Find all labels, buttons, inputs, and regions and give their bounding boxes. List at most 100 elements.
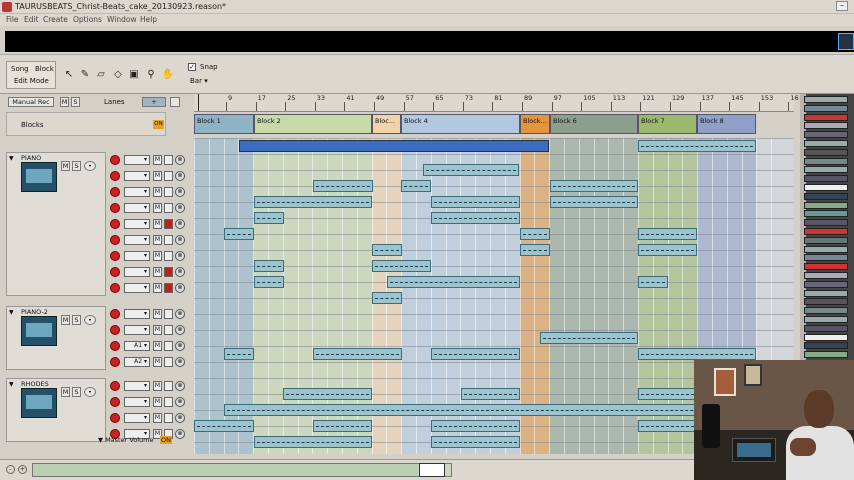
track-solo-button[interactable]: S [72, 161, 81, 171]
lane-delete-icon[interactable]: ⊗ [175, 187, 185, 197]
lane-mute-button[interactable]: M [153, 251, 162, 261]
lane-solo-button[interactable] [164, 309, 173, 319]
lane-mute-button[interactable]: M [153, 357, 162, 367]
eraser-tool-icon[interactable]: ▱ [94, 67, 108, 81]
rack-device[interactable] [804, 175, 848, 183]
lane-delete-icon[interactable]: ⊗ [175, 203, 185, 213]
lane-pattern-select[interactable]: ▾ [124, 381, 150, 391]
lane-mute-button[interactable]: M [153, 325, 162, 335]
lane-pattern-select[interactable]: ▾ [124, 155, 150, 165]
lane-record-button[interactable] [110, 357, 120, 367]
note-clip[interactable] [224, 404, 756, 416]
note-clip[interactable] [638, 228, 697, 240]
lane-mute-button[interactable]: M [153, 171, 162, 181]
pencil-tool-icon[interactable]: ✎ [78, 67, 92, 81]
track-mute-button[interactable]: M [61, 387, 70, 397]
menu-window[interactable]: Window [107, 15, 137, 24]
lane-solo-button[interactable] [164, 413, 173, 423]
rack-device[interactable] [804, 307, 848, 315]
lane-record-button[interactable] [110, 309, 120, 319]
menu-edit[interactable]: Edit [24, 15, 39, 24]
hand-tool-icon[interactable]: ✋ [161, 67, 175, 81]
lane-solo-button[interactable] [164, 187, 173, 197]
lane-pattern-select[interactable]: ▾ [124, 235, 150, 245]
rack-device[interactable] [804, 210, 848, 218]
rack-device[interactable] [804, 131, 848, 139]
note-clip[interactable] [194, 420, 254, 432]
note-clip[interactable] [313, 420, 372, 432]
zoom-out-icon[interactable]: - [6, 465, 15, 474]
note-clip[interactable] [224, 348, 254, 360]
lane-delete-icon[interactable]: ⊗ [175, 267, 185, 277]
note-clip[interactable] [401, 180, 431, 192]
note-clip[interactable] [423, 164, 519, 176]
lane-pattern-select[interactable]: ▾ [124, 171, 150, 181]
lane-pattern-select[interactable]: ▾ [124, 397, 150, 407]
lane-delete-icon[interactable]: ⊗ [175, 397, 185, 407]
lane-mute-button[interactable]: M [153, 309, 162, 319]
collapse-triangle-icon[interactable]: ▼ [9, 381, 14, 388]
lane-record-button[interactable] [110, 325, 120, 335]
lane-solo-button[interactable] [164, 171, 173, 181]
note-clip[interactable] [224, 228, 254, 240]
rack-device[interactable] [804, 289, 848, 297]
note-clip[interactable] [638, 140, 756, 152]
lane-delete-icon[interactable]: ⊗ [175, 309, 185, 319]
lane-solo-button[interactable] [164, 219, 173, 229]
note-clip[interactable] [520, 244, 550, 256]
lane-solo-button[interactable] [164, 283, 173, 293]
block-segment[interactable]: Block 2 [254, 114, 372, 134]
note-clip[interactable] [283, 388, 372, 400]
lane-delete-icon[interactable]: ⊗ [175, 341, 185, 351]
menu-create[interactable]: Create [43, 15, 68, 24]
lane-record-button[interactable] [110, 155, 120, 165]
rack-device[interactable] [804, 254, 848, 262]
note-clip[interactable] [431, 212, 520, 224]
rack-device[interactable] [804, 280, 848, 288]
playhead-marker[interactable] [198, 94, 199, 111]
rack-device[interactable] [804, 272, 848, 279]
rack-device[interactable] [804, 324, 848, 332]
manual-rec-button[interactable]: Manual Rec [8, 97, 54, 107]
arrow-tool-icon[interactable]: ↖ [62, 67, 76, 81]
collapse-triangle-icon[interactable]: ▼ [9, 155, 14, 162]
lane-solo-button[interactable] [164, 357, 173, 367]
lane-record-button[interactable] [110, 235, 120, 245]
block-segment[interactable]: Block 6 [550, 114, 638, 134]
timeline-ruler[interactable]: 9 17 25 33 41 49 57 65 73 81 89 97 105 113 121 129 137 14… [194, 94, 799, 112]
rack-device[interactable] [804, 104, 848, 112]
lane-pattern-select[interactable]: ▾ [124, 413, 150, 423]
rack-device[interactable] [804, 236, 848, 244]
note-clip[interactable] [254, 276, 284, 288]
block-segment[interactable]: Block 8 [697, 114, 756, 134]
lane-delete-icon[interactable]: ⊗ [175, 171, 185, 181]
track-header-piano-2[interactable]: ▼ PIANO-2 M S • [6, 306, 106, 370]
menu-file[interactable]: File [6, 15, 19, 24]
rack-device[interactable] [804, 96, 848, 103]
lane-pattern-select[interactable]: ▾ [124, 325, 150, 335]
note-clip[interactable] [254, 260, 284, 272]
snap-value-select[interactable]: Bar ▾ [190, 77, 208, 85]
rack-device[interactable] [804, 184, 848, 191]
rack-device[interactable] [804, 342, 848, 350]
add-lane-select[interactable]: + [142, 97, 166, 107]
lane-delete-icon[interactable]: ⊗ [175, 219, 185, 229]
note-clip[interactable] [372, 292, 402, 304]
block-segment[interactable]: Block 1 [194, 114, 254, 134]
lane-pattern-select[interactable]: ▾ [124, 187, 150, 197]
rack-device[interactable] [804, 316, 848, 323]
lane-delete-icon[interactable]: ⊗ [175, 251, 185, 261]
lane-pattern-select[interactable]: ▾ [124, 251, 150, 261]
note-clip[interactable] [431, 348, 520, 360]
block-segment[interactable]: Block... [520, 114, 550, 134]
track-lanes-icon[interactable]: • [84, 161, 96, 171]
block-segment[interactable]: Bloc... [372, 114, 401, 134]
note-clip[interactable] [431, 436, 520, 448]
lane-mute-button[interactable]: M [153, 219, 162, 229]
rack-device[interactable] [804, 351, 848, 359]
menu-help[interactable]: Help [140, 15, 157, 24]
lane-mute-button[interactable]: M [153, 155, 162, 165]
rack-device[interactable] [804, 122, 848, 130]
block-segment[interactable]: Block 4 [401, 114, 520, 134]
rack-device[interactable] [804, 219, 848, 227]
